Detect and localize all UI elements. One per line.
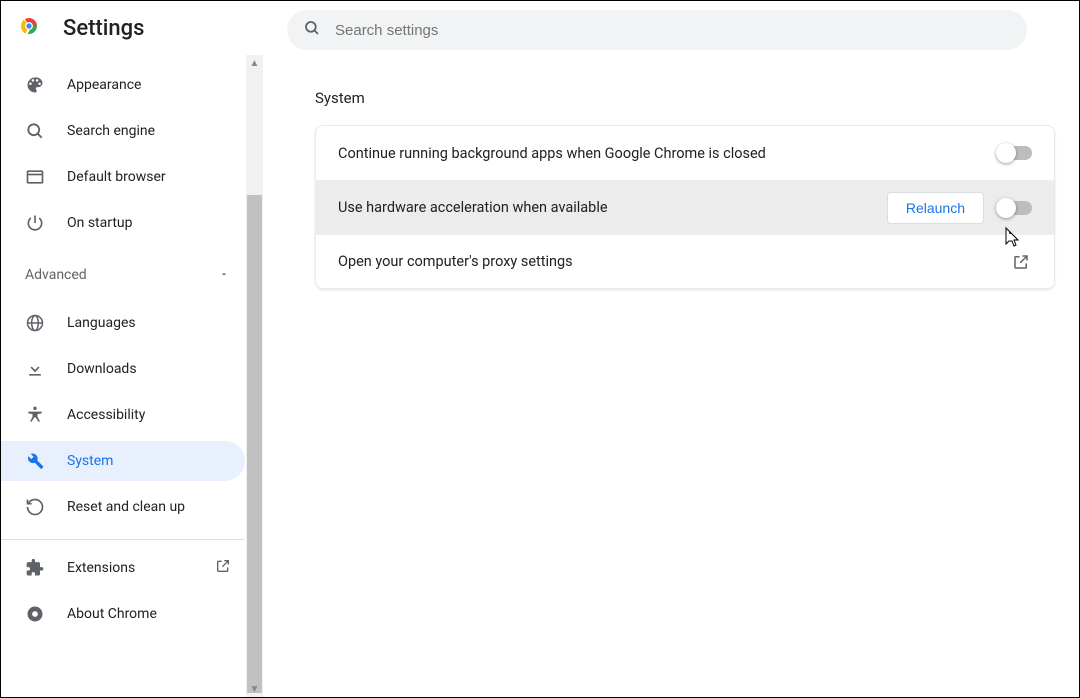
relaunch-button[interactable]: Relaunch xyxy=(887,192,984,224)
sidebar-item-label: Languages xyxy=(67,315,136,331)
chevron-up-icon xyxy=(219,267,229,283)
scroll-down-icon[interactable]: ▼ xyxy=(246,681,263,697)
sidebar-divider xyxy=(1,539,245,540)
row-label: Use hardware acceleration when available xyxy=(338,199,873,216)
toggle-knob xyxy=(996,143,1016,163)
open-external-icon xyxy=(215,558,231,578)
page-title: Settings xyxy=(63,16,144,41)
sidebar-scrollbar[interactable]: ▲ ▼ xyxy=(246,55,263,697)
sidebar-item-label: Default browser xyxy=(67,169,166,185)
row-hardware-accel: Use hardware acceleration when available… xyxy=(316,180,1054,234)
toggle-hardware-accel[interactable] xyxy=(998,201,1032,215)
row-proxy-settings[interactable]: Open your computer's proxy settings xyxy=(316,234,1054,288)
sidebar-item-extensions[interactable]: Extensions xyxy=(1,548,245,588)
search-icon xyxy=(25,121,45,141)
restore-icon xyxy=(25,497,45,517)
sidebar-section-label: Advanced xyxy=(25,267,87,283)
search-input[interactable] xyxy=(335,22,1011,39)
sidebar-item-reset[interactable]: Reset and clean up xyxy=(1,487,245,527)
sidebar-item-about[interactable]: About Chrome xyxy=(1,594,245,634)
power-icon xyxy=(25,213,45,233)
row-label: Open your computer's proxy settings xyxy=(338,253,998,270)
sidebar-item-search-engine[interactable]: Search engine xyxy=(1,111,245,151)
sidebar-item-label: System xyxy=(67,453,113,469)
search-icon xyxy=(303,19,321,41)
sidebar-item-accessibility[interactable]: Accessibility xyxy=(1,395,245,435)
sidebar-item-downloads[interactable]: Downloads xyxy=(1,349,245,389)
row-label: Continue running background apps when Go… xyxy=(338,145,984,162)
extension-icon xyxy=(25,558,45,578)
globe-icon xyxy=(25,313,45,333)
toggle-background-apps[interactable] xyxy=(998,146,1032,160)
chrome-logo-icon xyxy=(17,14,41,42)
sidebar-item-label: Appearance xyxy=(67,77,141,93)
section-title: System xyxy=(315,89,1055,107)
accessibility-icon xyxy=(25,405,45,425)
sidebar-item-label: Extensions xyxy=(67,560,135,576)
sidebar-section-advanced[interactable]: Advanced xyxy=(1,255,249,295)
sidebar-item-label: On startup xyxy=(67,215,133,231)
sidebar-item-label: Downloads xyxy=(67,361,137,377)
scrollbar-thumb[interactable] xyxy=(247,195,262,693)
palette-icon xyxy=(25,75,45,95)
sidebar-item-system[interactable]: System xyxy=(1,441,245,481)
row-background-apps: Continue running background apps when Go… xyxy=(316,126,1054,180)
chrome-icon xyxy=(25,604,45,624)
download-icon xyxy=(25,359,45,379)
search-box[interactable] xyxy=(287,10,1027,50)
browser-icon xyxy=(25,167,45,187)
wrench-icon xyxy=(25,451,45,471)
sidebar-item-default-browser[interactable]: Default browser xyxy=(1,157,245,197)
sidebar-item-label: Accessibility xyxy=(67,407,145,423)
sidebar-item-appearance[interactable]: Appearance xyxy=(1,65,245,105)
sidebar-item-label: Search engine xyxy=(67,123,155,139)
toggle-knob xyxy=(996,198,1016,218)
scroll-up-icon[interactable]: ▲ xyxy=(246,55,263,71)
sidebar-item-label: Reset and clean up xyxy=(67,499,185,515)
sidebar-item-languages[interactable]: Languages xyxy=(1,303,245,343)
sidebar-item-on-startup[interactable]: On startup xyxy=(1,203,245,243)
sidebar-item-label: About Chrome xyxy=(67,606,157,622)
settings-card: Continue running background apps when Go… xyxy=(315,125,1055,289)
open-external-icon xyxy=(1012,253,1032,271)
